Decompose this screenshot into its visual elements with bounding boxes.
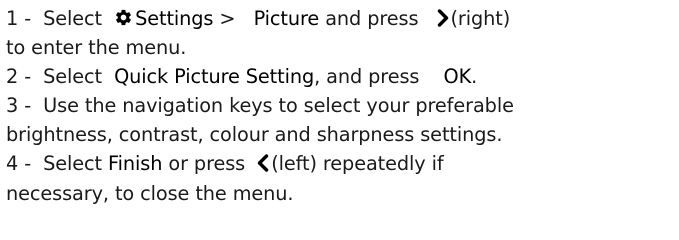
step-1-continuation: to enter the menu.	[6, 36, 187, 60]
step-number: 4 -	[6, 152, 32, 176]
step-verb: Select	[43, 7, 103, 30]
step-verb: Select	[43, 152, 103, 176]
finish-label: Finish	[108, 152, 163, 176]
step-verb: Select	[43, 65, 103, 89]
step-4-continuation: necessary, to close the menu.	[6, 181, 294, 205]
step-4: 4 - Select Finish or press (left) repeat…	[6, 149, 679, 178]
step-1: 1 - Select Settings > Picture and press …	[6, 4, 679, 33]
chevron-left-icon	[257, 154, 269, 173]
step-number: 3 -	[6, 94, 32, 118]
chevron-right-icon	[437, 9, 449, 27]
gear-icon	[114, 8, 133, 27]
step-end: .	[471, 65, 478, 89]
step-2: 2 - Select Quick Picture Setting, and pr…	[6, 62, 679, 91]
step-number: 2 -	[6, 65, 32, 89]
step-3-continuation: brightness, contrast, colour and sharpne…	[6, 123, 503, 147]
quick-picture-setting-label: Quick Picture Setting	[114, 65, 315, 89]
step-text: and press	[325, 7, 419, 30]
key-label: (right)	[450, 7, 511, 30]
step-number: 1 -	[6, 7, 32, 30]
step-text: or press	[168, 152, 246, 176]
menu-separator: >	[219, 7, 236, 30]
step-text: Use the navigation keys to select your p…	[43, 94, 514, 118]
ok-key-label: OK	[443, 65, 472, 89]
instructions: 1 - Select Settings > Picture and press …	[0, 0, 679, 240]
step-3: 3 - Use the navigation keys to select yo…	[6, 91, 679, 120]
key-label: (left) repeatedly if	[271, 152, 444, 176]
picture-label: Picture	[253, 7, 320, 30]
settings-label: Settings	[135, 7, 214, 30]
step-text: , and press	[314, 65, 420, 89]
